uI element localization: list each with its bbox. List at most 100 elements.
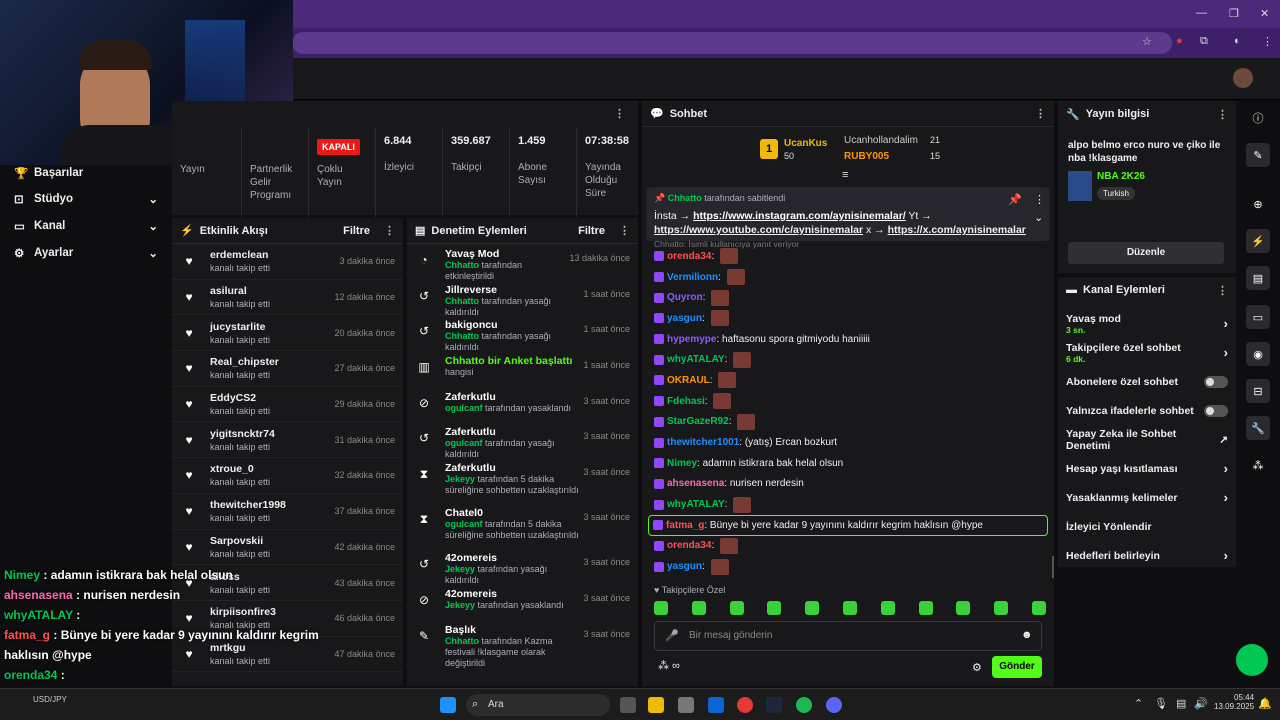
chat-message[interactable]: whyATALAY:: [654, 349, 1046, 370]
close-icon[interactable]: ✕: [1260, 7, 1269, 20]
chat-message[interactable]: ahsenasena: nurisen nerdesin: [654, 474, 1046, 495]
moderation-row[interactable]: ⊘ Zaferkutlu ogulcanf tarafından yasakla…: [407, 387, 638, 423]
discord-icon[interactable]: [826, 697, 842, 713]
emote-icon[interactable]: [654, 601, 668, 615]
activity-filter-button[interactable]: Filtre: [343, 225, 370, 237]
ticker-label[interactable]: USD/JPY: [33, 695, 67, 704]
channel-action-row[interactable]: Abonelere özel sohbet: [1058, 367, 1236, 396]
tray-chevron-icon[interactable]: ⌃: [1134, 697, 1143, 710]
moderation-row[interactable]: ⧗ Zaferkutlu Jekeyy tarafından 5 dakika …: [407, 458, 638, 503]
maximize-icon[interactable]: ❐: [1229, 7, 1239, 20]
moderation-row[interactable]: ↺ bakigoncu Chhatto tarafından yasağı ka…: [407, 315, 638, 353]
chevron-down-icon[interactable]: ⌄: [1034, 211, 1043, 224]
support-button[interactable]: [1236, 644, 1268, 676]
star-icon[interactable]: ☆: [1142, 35, 1152, 48]
chat-message[interactable]: orenda34:: [654, 536, 1046, 557]
chat-message[interactable]: StarGazeR92:: [654, 412, 1046, 433]
emote-icon[interactable]: [842, 601, 857, 615]
moderation-filter-button[interactable]: Filtre: [578, 225, 605, 237]
emote-icon[interactable]: [956, 601, 971, 615]
broadcast-icon[interactable]: ◉: [1246, 342, 1270, 366]
pinned-kebab-icon[interactable]: ⋮: [1034, 193, 1045, 206]
chat-message[interactable]: fatma_g: Bünye bi yere kadar 9 yayınını …: [648, 514, 1048, 536]
chat-message[interactable]: Quyron:: [654, 287, 1046, 308]
activity-row[interactable]: ♥ Real_chipster kanalı takip etti 27 daki…: [172, 351, 403, 387]
chat-message[interactable]: whyATALAY:: [654, 494, 1046, 515]
task-view-icon[interactable]: [620, 697, 636, 713]
steam-icon[interactable]: [766, 697, 782, 713]
clock[interactable]: 05:44 13.09.2025: [1214, 693, 1254, 711]
spotify-icon[interactable]: [796, 697, 812, 713]
clipboard-icon[interactable]: ▤: [1246, 266, 1270, 290]
points-icon[interactable]: ⁂ ∞: [658, 659, 680, 672]
chat-message[interactable]: hypemype: haftasonu spora gitmiyodu hani…: [654, 329, 1046, 350]
apps-icon[interactable]: ⁂: [1246, 453, 1270, 477]
activity-row[interactable]: ♥ jucystarlite kanalı takip etti 20 dakik…: [172, 315, 403, 352]
address-bar[interactable]: [292, 32, 1172, 54]
emote-icon[interactable]: [880, 601, 895, 615]
category-link[interactable]: NBA 2K26: [1097, 171, 1145, 182]
channel-action-row[interactable]: İzleyici Yönlendir: [1058, 512, 1236, 541]
windows-start-icon[interactable]: [440, 697, 456, 713]
network-icon[interactable]: ▤: [1176, 697, 1186, 710]
youtube-link[interactable]: https://www.youtube.com/c/aynisinemalar: [654, 224, 863, 236]
volume-icon[interactable]: 🔊: [1194, 697, 1208, 710]
channel-action-row[interactable]: Yavaş mod 3 sn. ›: [1058, 309, 1236, 338]
channel-action-row[interactable]: Hesap yaşı kısıtlaması ›: [1058, 454, 1236, 483]
collapse-icon[interactable]: ≡: [842, 169, 848, 181]
stats-kebab-icon[interactable]: ⋮: [614, 107, 625, 120]
tag-badge[interactable]: Turkish: [1097, 187, 1135, 200]
emote-icon[interactable]: [767, 601, 782, 615]
puzzle-icon[interactable]: ⧉: [1200, 35, 1208, 48]
activity-row[interactable]: ♥ asilural kanalı takip etti 12 dakika ön…: [172, 280, 403, 316]
moderation-row[interactable]: ↺ Zaferkutlu ogulcanf tarafından yasağı …: [407, 422, 638, 460]
settings-icon[interactable]: ⚙: [972, 661, 982, 674]
moderation-row[interactable]: ✎ Başlık Chhatto tarafından Kazma festiv…: [407, 620, 638, 668]
moderation-row[interactable]: ◔ Yavaş Mod Chhatto tarafından etkinleşt…: [407, 244, 638, 282]
activity-row[interactable]: ♥ xtroue_0 kanalı takip etti 32 dakika ön…: [172, 458, 403, 494]
chat-message[interactable]: orenda34:: [654, 246, 1046, 267]
menu-settings[interactable]: ⚙ Ayarlar ⌄: [0, 240, 172, 266]
activity-row[interactable]: ♥ erdemclean kanalı takip etti 3 dakika ö…: [172, 244, 403, 280]
activity-row[interactable]: ♥ Sarpovskii kanalı takip etti 42 dakika …: [172, 530, 403, 566]
outlook-icon[interactable]: [708, 697, 724, 713]
x-link[interactable]: https://x.com/aynisinemalar: [888, 224, 1026, 236]
channel-action-row[interactable]: Takipçilere özel sohbet 6 dk. ›: [1058, 338, 1236, 367]
wrench-icon[interactable]: 🔧: [1246, 416, 1270, 440]
moderation-row[interactable]: ↺ 42omereis Jekeyy tarafından yasağı kal…: [407, 548, 638, 586]
activity-row[interactable]: ♥ EddyCS2 kanalı takip etti 29 dakika önc…: [172, 387, 403, 423]
avatar[interactable]: [1233, 68, 1253, 88]
channel-action-row[interactable]: Yasaklanmış kelimeler ›: [1058, 483, 1236, 512]
menu-channel[interactable]: ▭ Kanal ⌄: [0, 213, 172, 239]
mic-tray-icon[interactable]: 🎙: [1154, 697, 1168, 710]
instagram-link[interactable]: https://www.instagram.com/aynisinemalar/: [693, 210, 906, 222]
moderation-row[interactable]: ⧗ Chatel0 ogulcanf tarafından 5 dakika s…: [407, 503, 638, 548]
moderation-kebab-icon[interactable]: ⋮: [619, 224, 630, 237]
info-icon[interactable]: ⓘ: [1246, 106, 1270, 130]
menu-achievements[interactable]: 🏆 Başarılar: [0, 160, 172, 186]
channel-action-row[interactable]: Yalnızca ifadelerle sohbet: [1058, 396, 1236, 425]
minimize-icon[interactable]: —: [1196, 7, 1207, 19]
moderation-row[interactable]: ⊘ 42omereis Jekeyy tarafından yasaklandı…: [407, 584, 638, 620]
send-button[interactable]: Gönder: [992, 656, 1042, 678]
chat-message[interactable]: thewitcher1001: (yatış) Ercan bozkurt: [654, 432, 1046, 453]
crosshair-icon[interactable]: ⊕: [1246, 192, 1270, 216]
microphone-icon[interactable]: 🎤: [665, 629, 679, 642]
chat-message[interactable]: Vermilionn:: [654, 267, 1046, 288]
emote-icon[interactable]: [729, 601, 744, 615]
taskbar-search[interactable]: ⌕ Ara: [466, 694, 610, 716]
chat-kebab-icon[interactable]: ⋮: [1035, 107, 1046, 120]
chat-message[interactable]: yasgun:: [654, 556, 1046, 577]
notification-icon[interactable]: 🔔: [1258, 697, 1272, 710]
chat-message[interactable]: OKRAUL:: [654, 370, 1046, 391]
moderation-row[interactable]: ↺ Jillreverse Chhatto tarafından yasağı …: [407, 280, 638, 317]
chat-message[interactable]: Nimey: adamın istikrara bak helal olsun: [654, 453, 1046, 474]
chat-input[interactable]: 🎤 Bir mesaj gönderin ☻: [654, 621, 1042, 651]
channel-action-row[interactable]: Hedefleri belirleyin ›: [1058, 541, 1236, 570]
unpin-icon[interactable]: 📌: [1008, 193, 1022, 206]
edit-button[interactable]: Düzenle: [1068, 242, 1224, 264]
moderation-row[interactable]: ▥ Chhatto bir Anket başlattı hangisi 1 s…: [407, 351, 638, 387]
folder-icon[interactable]: [648, 697, 664, 713]
activity-row[interactable]: ♥ thewitcher1998 kanalı takip etti 37 dak…: [172, 494, 403, 530]
chat-icon[interactable]: ▭: [1246, 305, 1270, 329]
